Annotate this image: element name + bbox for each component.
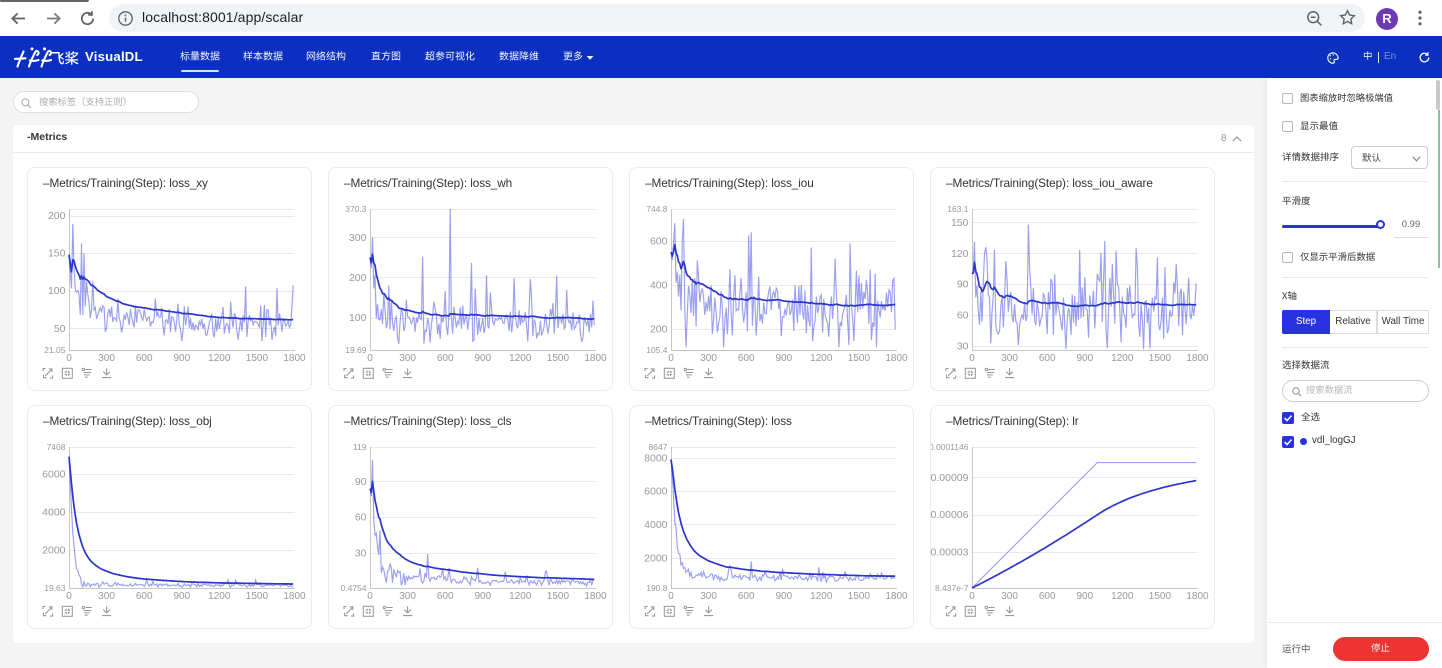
svg-text:2000: 2000 [42,545,66,557]
svg-text:90: 90 [957,279,969,291]
svg-text:0.00006: 0.00006 [931,509,969,521]
svg-text:4000: 4000 [42,507,66,519]
svg-text:1200: 1200 [509,591,532,602]
svg-text:100: 100 [48,285,66,297]
svg-text:1500: 1500 [848,353,871,364]
svg-text:1500: 1500 [547,353,570,364]
svg-text:150: 150 [951,217,969,229]
svg-text:600: 600 [437,591,454,602]
svg-text:1200: 1200 [1111,353,1134,364]
svg-text:300: 300 [700,591,717,602]
svg-text:1800: 1800 [584,353,607,364]
svg-text:600: 600 [1039,591,1056,602]
svg-text:300: 300 [399,353,416,364]
svg-text:6000: 6000 [644,486,668,498]
svg-text:200: 200 [48,210,66,222]
svg-text:300: 300 [98,591,115,602]
svg-text:1800: 1800 [1186,591,1209,602]
svg-text:1800: 1800 [283,353,306,364]
svg-text:600: 600 [437,353,454,364]
svg-text:0: 0 [66,353,72,364]
svg-text:300: 300 [700,353,717,364]
svg-text:8647: 8647 [649,442,668,452]
svg-text:300: 300 [349,232,367,244]
svg-text:30: 30 [355,547,367,559]
svg-text:1200: 1200 [208,353,231,364]
svg-text:1500: 1500 [246,353,269,364]
svg-text:8000: 8000 [644,452,668,464]
svg-text:900: 900 [173,353,190,364]
svg-text:190.8: 190.8 [646,583,668,593]
svg-text:4000: 4000 [644,519,668,531]
svg-text:60: 60 [957,310,969,322]
svg-text:120: 120 [951,248,969,260]
svg-text:8.437e-7: 8.437e-7 [935,583,969,593]
svg-text:1200: 1200 [208,591,231,602]
svg-text:300: 300 [98,353,115,364]
svg-text:19.63: 19.63 [44,583,66,593]
svg-text:1200: 1200 [810,353,833,364]
svg-text:119: 119 [353,442,367,452]
svg-text:900: 900 [1076,353,1093,364]
svg-text:900: 900 [173,591,190,602]
svg-text:163.1: 163.1 [947,204,969,214]
svg-text:19.69: 19.69 [345,345,367,355]
svg-text:1800: 1800 [283,591,306,602]
svg-text:100: 100 [349,312,367,324]
svg-text:300: 300 [399,591,416,602]
svg-text:900: 900 [474,353,491,364]
svg-text:1800: 1800 [1186,353,1209,364]
svg-text:1500: 1500 [848,591,871,602]
svg-text:370.3: 370.3 [345,204,367,214]
svg-text:0: 0 [969,353,975,364]
svg-text:0: 0 [668,591,674,602]
svg-text:50: 50 [54,323,66,335]
svg-text:1200: 1200 [1111,591,1134,602]
svg-text:400: 400 [650,280,668,292]
svg-text:0: 0 [969,591,975,602]
svg-text:7408: 7408 [47,442,66,452]
svg-text:300: 300 [1001,353,1018,364]
svg-text:1500: 1500 [246,591,269,602]
svg-text:105.4: 105.4 [646,345,668,355]
svg-text:900: 900 [474,591,491,602]
svg-text:900: 900 [775,591,792,602]
svg-text:600: 600 [738,353,755,364]
svg-text:60: 60 [355,512,367,524]
svg-text:1500: 1500 [1149,353,1172,364]
svg-text:6000: 6000 [42,468,66,480]
svg-text:0: 0 [66,591,72,602]
svg-text:0.00009: 0.00009 [931,472,969,484]
svg-text:1500: 1500 [1149,591,1172,602]
svg-text:0: 0 [367,591,373,602]
svg-text:0.00003: 0.00003 [931,546,969,558]
svg-text:900: 900 [775,353,792,364]
svg-text:1800: 1800 [584,591,607,602]
svg-text:600: 600 [738,591,755,602]
svg-text:900: 900 [1076,591,1093,602]
svg-text:0: 0 [367,353,373,364]
svg-text:1200: 1200 [509,353,532,364]
svg-text:744.8: 744.8 [646,204,668,214]
svg-text:200: 200 [650,324,668,336]
svg-text:1500: 1500 [547,591,570,602]
svg-text:200: 200 [349,272,367,284]
svg-text:600: 600 [136,591,153,602]
svg-text:600: 600 [650,235,668,247]
svg-text:600: 600 [1039,353,1056,364]
svg-text:30: 30 [957,341,969,353]
svg-text:1800: 1800 [885,591,908,602]
svg-text:90: 90 [355,476,367,488]
svg-text:1200: 1200 [810,591,833,602]
svg-text:21.05: 21.05 [44,345,66,355]
svg-text:0: 0 [668,353,674,364]
svg-text:1800: 1800 [885,353,908,364]
svg-text:600: 600 [136,353,153,364]
svg-text:2000: 2000 [644,552,668,564]
svg-text:150: 150 [48,248,66,260]
svg-text:0.4754: 0.4754 [341,583,367,593]
svg-text:0.0001146: 0.0001146 [930,442,969,452]
svg-text:300: 300 [1001,591,1018,602]
